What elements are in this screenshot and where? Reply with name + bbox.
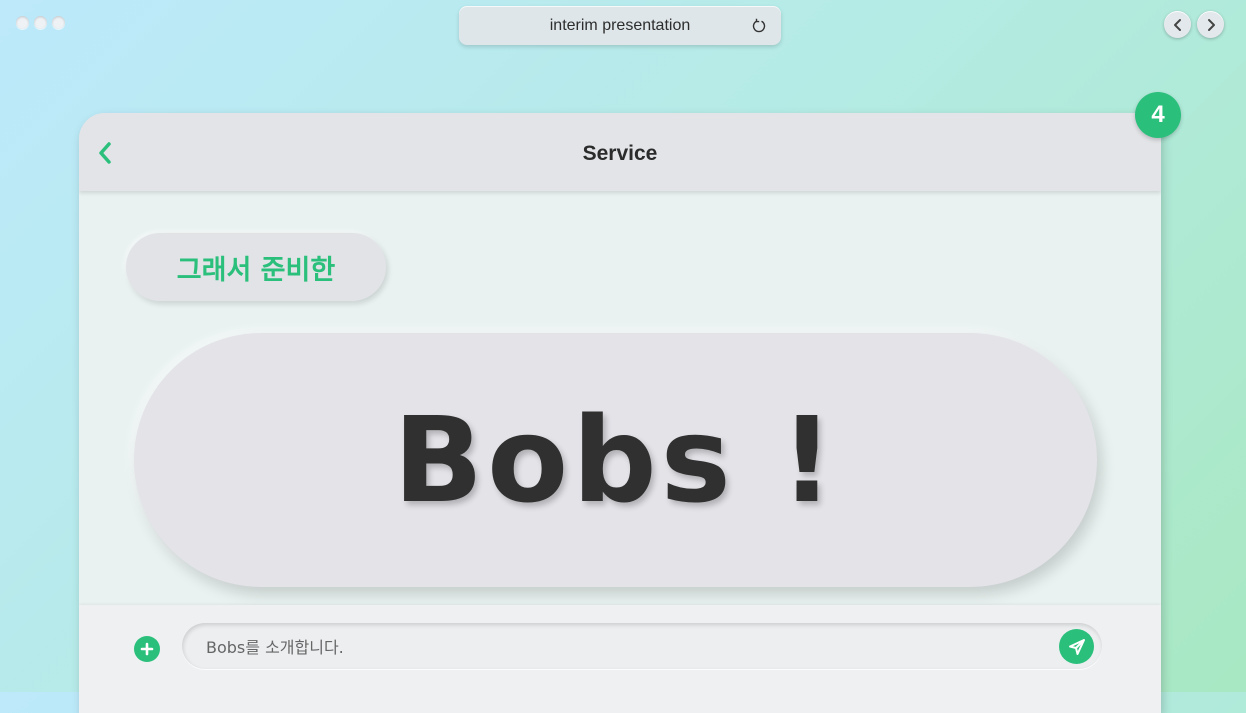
message-input[interactable]: Bobs를 소개합니다. xyxy=(182,623,1102,669)
window-close-button[interactable] xyxy=(16,16,29,29)
message-bubble-small: 그래서 준비한 xyxy=(126,233,386,301)
message-composer: Bobs를 소개합니다. xyxy=(79,605,1161,713)
reload-icon[interactable] xyxy=(751,18,767,34)
address-bar[interactable]: interim presentation xyxy=(459,6,781,45)
message-input-value: Bobs를 소개합니다. xyxy=(206,638,344,657)
plus-icon xyxy=(140,642,154,656)
phone-frame: Service 그래서 준비한 Bobs ! Bobs를 소개합니다. xyxy=(79,113,1161,713)
page-title: interim presentation xyxy=(549,16,691,34)
slide-number-badge: 4 xyxy=(1135,92,1181,138)
app-header: Service xyxy=(79,113,1161,191)
browser-forward-button[interactable] xyxy=(1197,11,1224,38)
window-maximize-button[interactable] xyxy=(52,16,65,29)
send-icon xyxy=(1068,638,1085,655)
message-text-small: 그래서 준비한 xyxy=(176,254,336,286)
window-minimize-button[interactable] xyxy=(34,16,47,29)
chevron-left-icon xyxy=(1173,18,1181,31)
browser-nav xyxy=(1164,11,1224,38)
message-bubble-large: Bobs ! xyxy=(134,333,1097,587)
chevron-right-icon xyxy=(1207,18,1215,31)
window-controls xyxy=(16,16,65,29)
message-text-large: Bobs ! xyxy=(393,391,838,529)
send-button[interactable] xyxy=(1059,629,1094,664)
browser-back-button[interactable] xyxy=(1164,11,1191,38)
header-title: Service xyxy=(582,142,658,165)
add-button[interactable] xyxy=(134,636,160,662)
